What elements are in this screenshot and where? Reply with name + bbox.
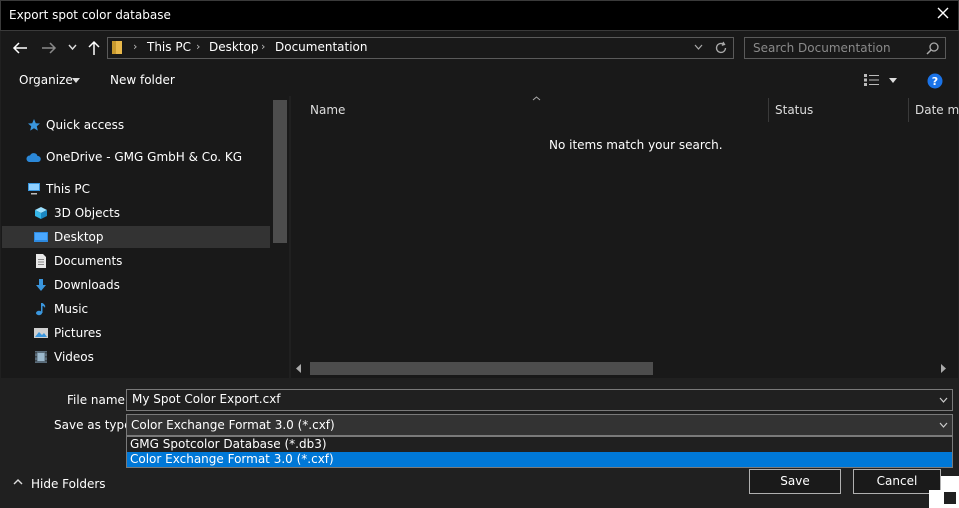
column-divider[interactable]: [908, 98, 909, 122]
sidebar-item-this-pc[interactable]: This PC: [2, 178, 270, 200]
folder-icon: [112, 41, 122, 54]
scroll-left-icon[interactable]: [296, 364, 302, 373]
chevron-up-icon[interactable]: [13, 478, 23, 485]
sidebar-item-pictures[interactable]: Pictures: [2, 322, 270, 344]
new-folder-button[interactable]: New folder: [110, 73, 175, 87]
column-header-date-modified[interactable]: Date mo: [915, 103, 959, 117]
column-divider[interactable]: [768, 98, 769, 122]
file-name-label: File name:: [67, 393, 129, 407]
breadcrumb-separator-icon: ›: [196, 40, 201, 53]
sidebar-item-label: Documents: [54, 254, 123, 268]
search-placeholder: Search Documentation: [753, 41, 891, 55]
sidebar-item-quick-access[interactable]: Quick access: [2, 114, 270, 136]
sidebar-item-label: This PC: [46, 182, 90, 196]
save-type-dropdown-list: GMG Spotcolor Database (*.db3) Color Exc…: [126, 436, 953, 468]
close-icon[interactable]: [936, 6, 950, 20]
desktop-icon: [34, 232, 48, 242]
up-arrow-icon[interactable]: [87, 40, 101, 56]
sidebar-item-label: Videos: [54, 350, 94, 364]
column-header-name[interactable]: Name: [310, 103, 345, 117]
picture-icon: [34, 328, 48, 338]
refresh-icon[interactable]: [714, 41, 728, 55]
resize-grip-inner[interactable]: [944, 492, 956, 504]
view-dropdown-icon[interactable]: [889, 78, 897, 83]
save-type-option-db3[interactable]: GMG Spotcolor Database (*.db3): [127, 437, 952, 452]
sidebar-item-desktop[interactable]: Desktop: [2, 226, 270, 248]
save-type-dropdown-icon[interactable]: [939, 422, 948, 428]
resize-grip-artifact: [929, 490, 941, 508]
sidebar-item-documents[interactable]: Documents: [2, 250, 270, 272]
star-icon: [28, 119, 40, 131]
sidebar-item-label: Downloads: [54, 278, 120, 292]
breadcrumb-this-pc[interactable]: This PC: [147, 40, 191, 54]
save-type-value[interactable]: Color Exchange Format 3.0 (*.cxf): [131, 418, 335, 432]
sidebar-item-3d-objects[interactable]: 3D Objects: [2, 202, 270, 224]
organize-menu-button[interactable]: Organize: [19, 73, 73, 87]
sort-ascending-icon: [532, 96, 541, 101]
back-arrow-icon[interactable]: [12, 41, 28, 55]
svg-text:?: ?: [932, 75, 938, 88]
save-type-option-cxf[interactable]: Color Exchange Format 3.0 (*.cxf): [127, 452, 952, 467]
address-bar[interactable]: [107, 37, 734, 59]
music-note-icon: [36, 303, 46, 316]
recent-locations-chevron-icon[interactable]: [68, 44, 77, 51]
scroll-right-icon[interactable]: [940, 364, 946, 373]
computer-icon: [28, 183, 40, 195]
breadcrumb-separator-icon: ›: [133, 40, 138, 53]
sidebar-item-label: Music: [54, 302, 89, 316]
sidebar-item-label: Desktop: [54, 230, 104, 244]
organize-dropdown-icon[interactable]: [72, 78, 80, 83]
breadcrumb-documentation[interactable]: Documentation: [275, 40, 368, 54]
sidebar-item-label: OneDrive - GMG GmbH & Co. KG: [46, 150, 243, 164]
document-icon: [36, 254, 46, 268]
sidebar-item-label: Pictures: [54, 326, 102, 340]
cube-icon: [35, 207, 47, 219]
address-dropdown-chevron-icon[interactable]: [694, 44, 703, 51]
breadcrumb-separator-icon: ›: [261, 40, 266, 53]
horizontal-scrollbar-thumb[interactable]: [310, 362, 653, 375]
save-type-label: Save as type:: [54, 418, 136, 432]
sidebar-item-music[interactable]: Music: [2, 298, 270, 320]
column-header-status[interactable]: Status: [775, 103, 813, 117]
sidebar-item-onedrive[interactable]: OneDrive - GMG GmbH & Co. KG: [2, 146, 270, 168]
file-name-value[interactable]: My Spot Color Export.cxf: [132, 392, 281, 406]
sidebar-item-videos[interactable]: Videos: [2, 346, 270, 368]
window-title: Export spot color database: [9, 8, 171, 22]
cancel-button[interactable]: Cancel: [853, 469, 941, 494]
cloud-icon: [26, 153, 41, 162]
download-arrow-icon: [36, 279, 46, 291]
forward-arrow-icon[interactable]: [41, 41, 57, 55]
search-icon[interactable]: [926, 42, 939, 55]
sidebar-scrollbar-thumb[interactable]: [273, 100, 287, 243]
hide-folders-button[interactable]: Hide Folders: [31, 477, 106, 491]
save-button[interactable]: Save: [749, 469, 841, 494]
empty-state-message: No items match your search.: [549, 138, 723, 152]
help-icon[interactable]: ?: [927, 73, 943, 89]
file-name-dropdown-icon[interactable]: [939, 397, 948, 403]
view-options-icon[interactable]: [864, 74, 880, 86]
breadcrumb-desktop[interactable]: Desktop: [209, 40, 259, 54]
sidebar-item-label: Quick access: [46, 118, 125, 132]
video-icon: [35, 351, 47, 363]
sidebar-item-downloads[interactable]: Downloads: [2, 274, 270, 296]
sidebar-item-label: 3D Objects: [54, 206, 121, 220]
